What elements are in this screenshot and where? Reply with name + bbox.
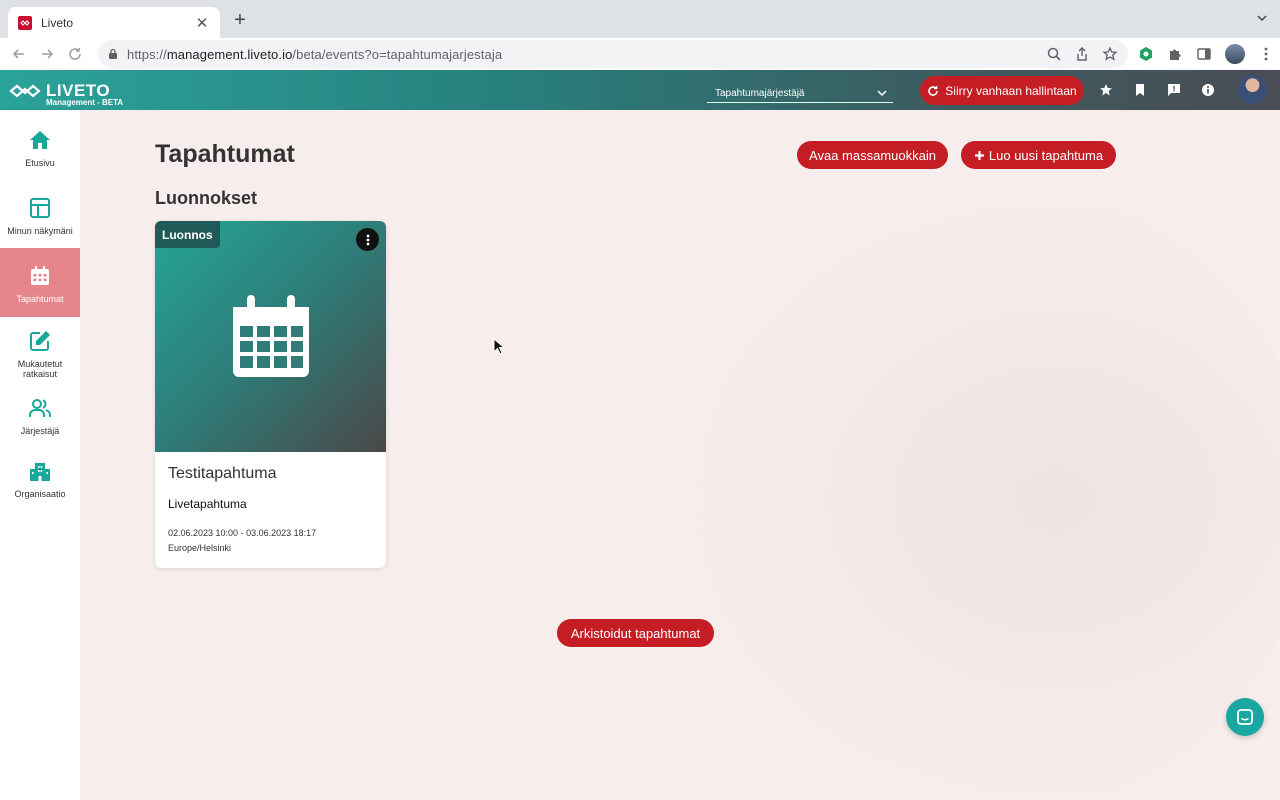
mass-edit-label: Avaa massamuokkain — [809, 147, 936, 163]
archived-events-label: Arkistoidut tapahtumat — [570, 625, 701, 641]
app-header: LIVETO Management - BETA Tapahtumajärjes… — [0, 70, 1280, 110]
layout-icon — [30, 198, 50, 218]
zoom-icon[interactable] — [1046, 46, 1062, 62]
sidebar-item-label: Organisaatio — [14, 489, 66, 499]
calendar-placeholder-icon — [233, 295, 309, 377]
plus-icon — [974, 150, 984, 160]
sidebar-item-tapahtumat[interactable]: Tapahtumat — [0, 248, 80, 317]
event-title[interactable]: Testitapahtuma — [168, 465, 277, 483]
side-panel-icon[interactable] — [1196, 46, 1212, 62]
page-title: Tapahtumat — [155, 140, 295, 168]
sidebar-item-label: Mukautetut ratkaisut — [17, 359, 63, 379]
drafts-heading: Luonnokset — [155, 188, 257, 208]
sidebar-item-label: Järjestäjä — [20, 426, 60, 436]
browser-tabstrip: Liveto ✕ + — [0, 0, 1280, 38]
refresh-icon — [928, 85, 939, 96]
mass-edit-button[interactable]: Avaa massamuokkain — [797, 141, 948, 169]
sidebar-item-label: Minun näkymäni — [7, 226, 73, 236]
event-type: Livetapahtuma — [168, 497, 247, 511]
tab-search-chevron-icon[interactable] — [1256, 12, 1268, 24]
role-select[interactable]: Tapahtumajärjestäjä — [707, 85, 893, 103]
sidebar-item-label: Etusivu — [25, 158, 55, 168]
sidebar-item-jarjestaja[interactable]: Järjestäjä — [0, 396, 80, 448]
forward-icon[interactable] — [38, 45, 56, 63]
bookmark-star-icon[interactable] — [1102, 46, 1118, 62]
info-icon[interactable] — [1201, 83, 1215, 97]
browser-menu-icon[interactable] — [1258, 46, 1274, 62]
sidebar-item-etusivu[interactable]: Etusivu — [0, 128, 80, 180]
url-text: https://management.liveto.io/beta/events… — [127, 46, 503, 62]
user-avatar[interactable] — [1238, 75, 1267, 104]
address-bar[interactable]: https://management.liveto.io/beta/events… — [98, 40, 1128, 68]
chat-button[interactable] — [1226, 698, 1264, 736]
building-icon — [30, 463, 50, 481]
sidebar: Etusivu Minun näkymäni Tapahtumat Mukaut… — [0, 110, 80, 800]
tab-title: Liveto — [41, 15, 74, 30]
bookmark-icon[interactable] — [1133, 83, 1147, 97]
sidebar-item-organisaatio[interactable]: Organisaatio — [0, 459, 80, 511]
create-event-button[interactable]: Luo uusi tapahtuma — [961, 141, 1116, 169]
mouse-cursor-icon — [493, 338, 505, 355]
star-icon[interactable] — [1099, 83, 1113, 97]
sidebar-item-minun-nakymani[interactable]: Minun näkymäni — [0, 196, 80, 248]
new-tab-icon[interactable]: + — [230, 10, 250, 30]
old-admin-label: Siirry vanhaan hallintaan — [945, 83, 1077, 98]
extensions-puzzle-icon[interactable] — [1167, 46, 1183, 62]
more-vertical-icon — [366, 234, 369, 245]
background-pattern — [670, 180, 1280, 800]
chevron-down-icon — [877, 90, 887, 97]
draft-badge: Luonnos — [155, 221, 220, 248]
share-icon[interactable] — [1074, 46, 1090, 62]
back-icon[interactable] — [10, 45, 28, 63]
feedback-icon[interactable] — [1167, 83, 1181, 97]
calendar-icon — [31, 266, 49, 285]
main-content: Tapahtumat Avaa massamuokkain Luo uusi t… — [80, 110, 1280, 800]
event-dates: 02.06.2023 10:00 - 03.06.2023 18:17 — [168, 528, 317, 538]
liveto-favicon-icon — [18, 15, 32, 30]
tab-close-icon[interactable]: ✕ — [194, 14, 210, 32]
edit-icon — [30, 331, 50, 351]
logo-subtitle: Management - BETA — [46, 98, 124, 107]
browser-toolbar: https://management.liveto.io/beta/events… — [0, 38, 1280, 70]
old-admin-button[interactable]: Siirry vanhaan hallintaan — [920, 76, 1084, 105]
event-timezone: Europe/Helsinki — [168, 543, 232, 553]
sidebar-item-label: Tapahtumat — [16, 294, 64, 304]
chat-icon — [1237, 709, 1253, 725]
event-card-image[interactable]: Luonnos — [155, 221, 386, 452]
reload-icon[interactable] — [66, 45, 84, 63]
card-menu-button[interactable] — [356, 228, 379, 251]
lock-icon — [109, 48, 117, 59]
extension-hex-icon[interactable] — [1138, 46, 1154, 62]
role-select-value: Tapahtumajärjestäjä — [715, 88, 805, 99]
browser-tab[interactable]: Liveto ✕ — [8, 7, 220, 38]
users-icon — [29, 399, 51, 417]
extension-bar — [1138, 44, 1274, 64]
create-event-label: Luo uusi tapahtuma — [988, 147, 1104, 163]
browser-profile-avatar[interactable] — [1225, 44, 1245, 64]
home-icon — [30, 131, 50, 149]
sidebar-item-mukautetut-ratkaisut[interactable]: Mukautetut ratkaisut — [0, 329, 80, 381]
liveto-logo-icon — [9, 84, 41, 98]
archived-events-button[interactable]: Arkistoidut tapahtumat — [557, 619, 714, 647]
event-card[interactable]: Luonnos Testitapahtuma Livetapahtuma 02.… — [155, 221, 386, 568]
